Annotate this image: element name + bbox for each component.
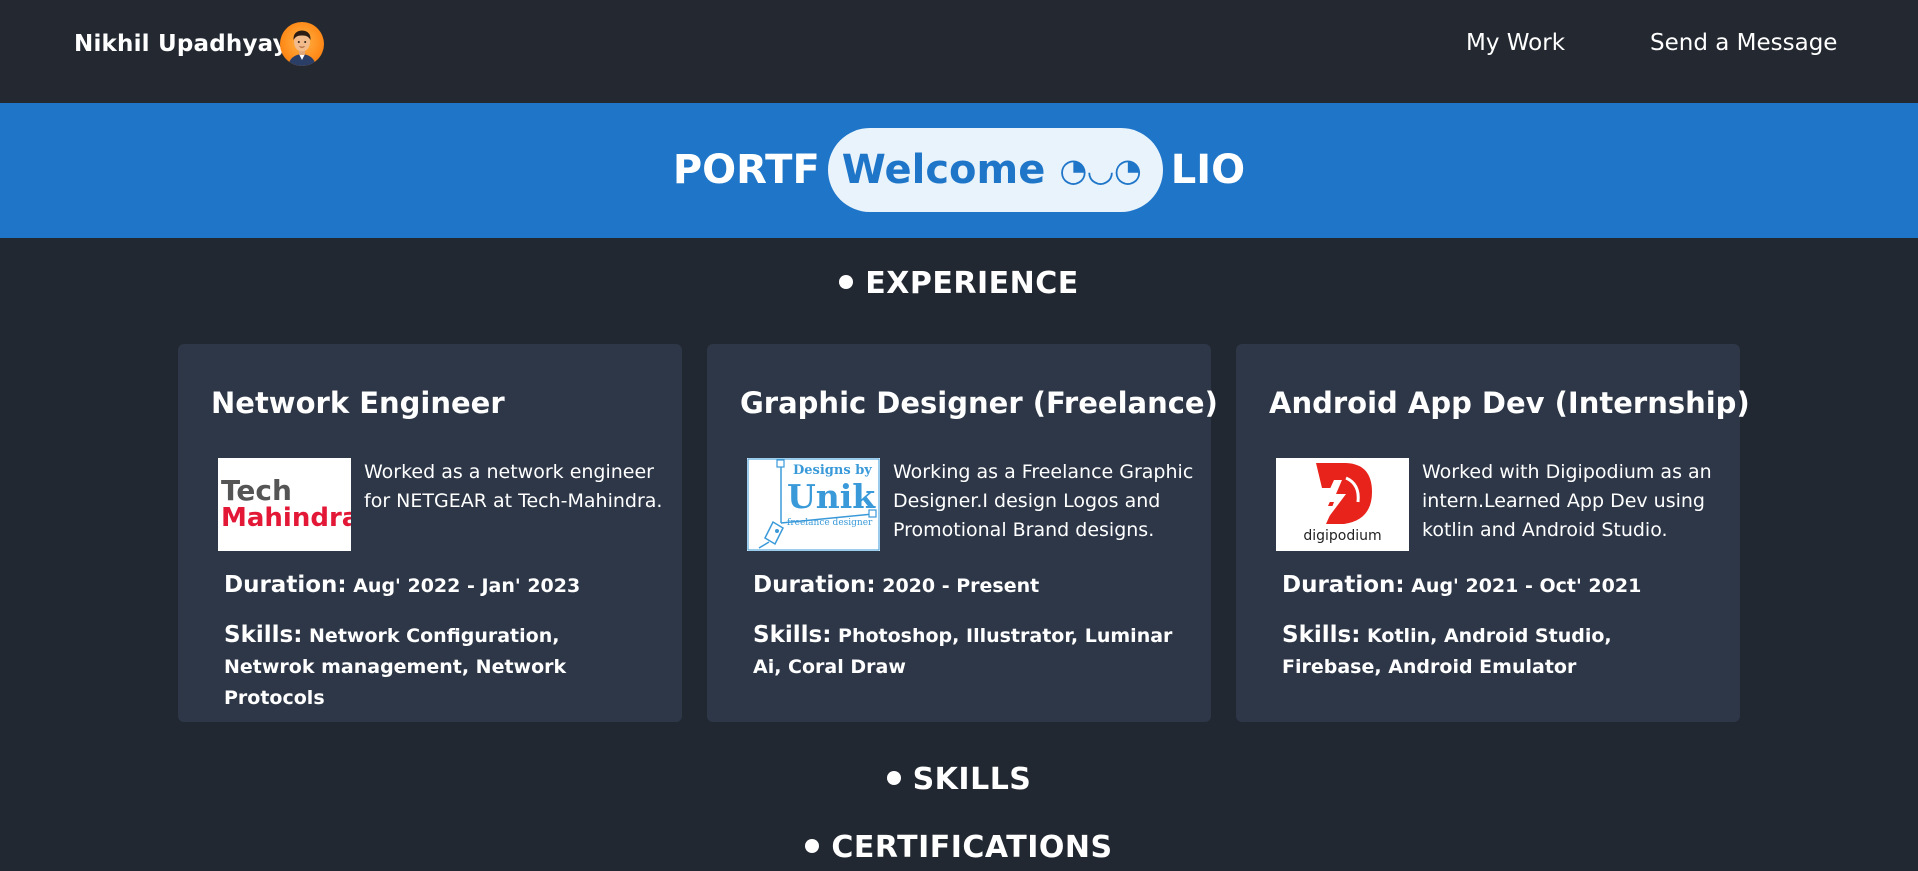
section-title-text: EXPERIENCE <box>865 266 1079 301</box>
section-title-experience: EXPERIENCE <box>0 266 1918 301</box>
card-skills: Skills: Photoshop, Illustrator, Luminar … <box>753 620 1173 683</box>
bullet-icon <box>886 770 901 785</box>
card-description: Working as a Freelance Graphic Designer.… <box>893 461 1194 541</box>
duration-label: Duration: <box>224 572 347 598</box>
digipodium-logo: digipodium <box>1276 458 1409 551</box>
nav-link-send-message[interactable]: Send a Message <box>1650 30 1837 56</box>
section-title-text: CERTIFICATIONS <box>831 830 1113 865</box>
experience-card: Network Engineer Tech Mahindra Worked as… <box>178 344 682 722</box>
welcome-text: Welcome <box>841 147 1046 193</box>
avatar[interactable] <box>280 22 324 66</box>
logo-text: Designs by <box>793 463 872 478</box>
smiley-icon: ◔◡◔ <box>1059 151 1143 189</box>
tech-mahindra-logo: Tech Mahindra <box>218 458 351 551</box>
card-description: Worked with Digipodium as an intern.Lear… <box>1422 461 1712 541</box>
card-description: Worked as a network engineer for NETGEAR… <box>364 461 663 512</box>
experience-card: Graphic Designer (Freelance) Designs by … <box>707 344 1218 722</box>
banner-heading: PORTF Welcome ◔◡◔ LIO <box>0 128 1918 212</box>
card-duration: Duration: Aug' 2022 - Jan' 2023 <box>224 572 580 598</box>
card-title: Network Engineer <box>211 386 505 420</box>
nav-link-my-work[interactable]: My Work <box>1466 30 1565 56</box>
welcome-pill: Welcome ◔◡◔ <box>827 128 1163 212</box>
designs-by-unik-logo: Designs by Unik freelance designer <box>747 458 880 551</box>
skills-label: Skills: <box>1282 622 1361 648</box>
banner-text-right: LIO <box>1170 147 1246 193</box>
logo-text: digipodium <box>1303 528 1382 544</box>
logo-text: Mahindra <box>221 503 351 533</box>
duration-label: Duration: <box>753 572 876 598</box>
skills-label: Skills: <box>753 622 832 648</box>
brand-name[interactable]: Nikhil Upadhyay <box>74 31 288 57</box>
skills-label: Skills: <box>224 622 303 648</box>
card-title: Android App Dev (Internship) <box>1269 386 1750 420</box>
logo-text: Tech <box>221 474 292 507</box>
duration-value: Aug' 2022 - Jan' 2023 <box>353 575 581 597</box>
section-title-skills: SKILLS <box>0 762 1918 797</box>
logo-text: Unik <box>787 477 876 516</box>
section-title-certifications: CERTIFICATIONS <box>0 830 1918 865</box>
logo-text: freelance designer <box>787 518 873 528</box>
duration-value: 2020 - Present <box>882 575 1040 597</box>
section-title-text: SKILLS <box>912 762 1032 797</box>
card-title: Graphic Designer (Freelance) <box>740 386 1218 420</box>
bullet-icon <box>805 838 820 853</box>
duration-label: Duration: <box>1282 572 1405 598</box>
card-duration: Duration: Aug' 2021 - Oct' 2021 <box>1282 572 1641 598</box>
duration-value: Aug' 2021 - Oct' 2021 <box>1411 575 1642 597</box>
card-skills: Skills: Kotlin, Android Studio, Firebase… <box>1282 620 1702 683</box>
navbar: Nikhil Upadhyay My Work Send a Message <box>0 0 1918 103</box>
bullet-icon <box>839 274 854 289</box>
hero-banner: PORTF Welcome ◔◡◔ LIO <box>0 103 1918 238</box>
banner-text-left: PORTF <box>672 147 820 193</box>
experience-card: Android App Dev (Internship) digipodium … <box>1236 344 1750 722</box>
card-duration: Duration: 2020 - Present <box>753 572 1039 598</box>
card-skills: Skills: Network Configuration, Netwrok m… <box>224 620 644 714</box>
